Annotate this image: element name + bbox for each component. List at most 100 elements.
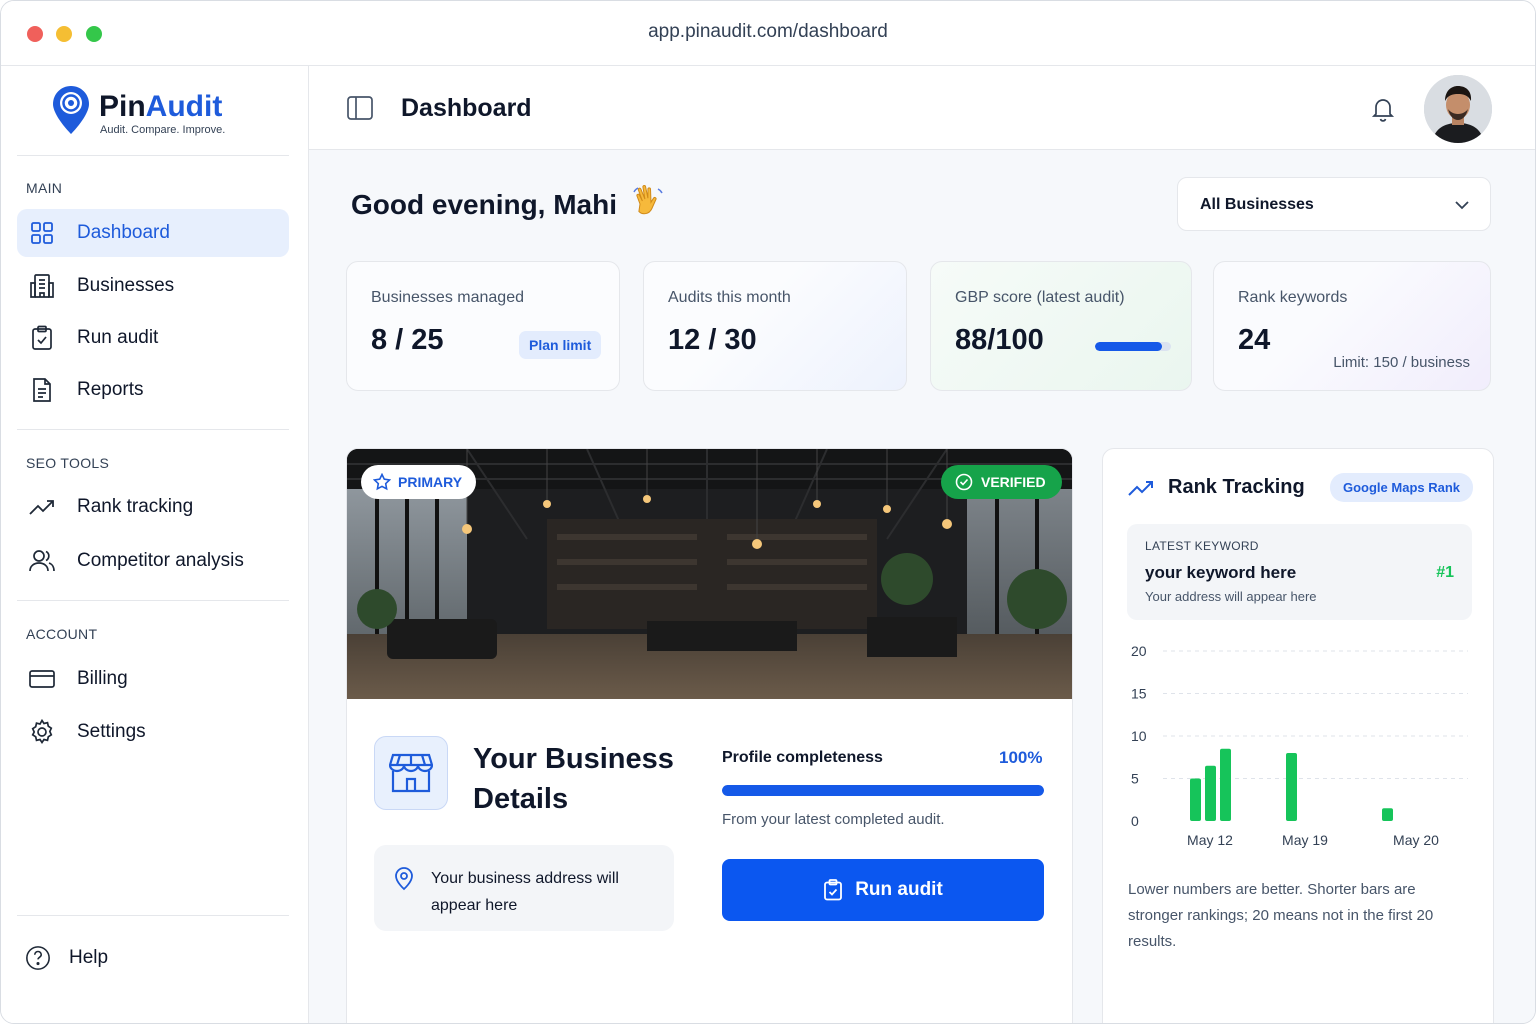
help-circle-icon <box>25 945 51 971</box>
bell-icon[interactable] <box>1369 95 1397 128</box>
business-photo: PRIMARY VERIFIED <box>347 449 1072 699</box>
star-icon <box>373 473 391 491</box>
sidebar-item-billing[interactable]: Billing <box>17 655 289 703</box>
sidebar-item-label: Businesses <box>77 275 175 296</box>
sidebar-divider <box>17 429 289 430</box>
building-icon <box>29 273 55 299</box>
stat-card-gbp-score: GBP score (latest audit) 88/100 <box>930 261 1192 391</box>
business-card: PRIMARY VERIFIED Your Business Details Y… <box>346 448 1073 1023</box>
map-pin-icon <box>394 867 414 896</box>
sidebar-toggle-icon[interactable] <box>347 96 373 125</box>
avatar[interactable] <box>1424 75 1492 143</box>
sidebar-divider <box>17 155 289 156</box>
run-audit-button[interactable]: Run audit <box>722 859 1044 921</box>
latest-keyword-box: LATEST KEYWORD your keyword here #1 Your… <box>1127 524 1472 620</box>
pin-logo-icon <box>53 86 89 134</box>
stat-label: Audits this month <box>668 289 791 306</box>
sidebar-item-rank-tracking[interactable]: Rank tracking <box>17 483 289 531</box>
address-bar[interactable]: app.pinaudit.com/dashboard <box>1 21 1535 43</box>
keyword-limit-note: Limit: 150 / business <box>1333 354 1470 371</box>
sidebar-item-dashboard[interactable]: Dashboard <box>17 209 289 257</box>
profile-completeness-bar <box>722 785 1044 796</box>
x-tick-label: May 20 <box>1393 832 1439 848</box>
stat-value: 88/100 <box>955 324 1044 356</box>
latest-keyword-caption: LATEST KEYWORD <box>1145 539 1259 553</box>
plan-limit-badge: Plan limit <box>519 331 602 359</box>
document-icon <box>29 377 55 403</box>
trend-up-icon <box>29 494 55 520</box>
google-maps-rank-badge: Google Maps Rank <box>1330 473 1474 502</box>
sidebar-item-run-audit[interactable]: Run audit <box>17 314 289 362</box>
brand-tagline: Audit. Compare. Improve. <box>100 124 226 136</box>
sidebar-item-label: Help <box>69 947 109 968</box>
rank-chart: 0 5 10 15 20 May 12 May 19 May 20 <box>1131 643 1468 848</box>
stat-value: 8 / 25 <box>371 324 444 356</box>
browser-titlebar: app.pinaudit.com/dashboard <box>1 1 1535 66</box>
stat-card-audits: Audits this month 12 / 30 <box>643 261 907 391</box>
run-audit-label: Run audit <box>855 879 943 900</box>
section-label-account: ACCOUNT <box>26 626 98 642</box>
y-tick-label: 5 <box>1131 771 1139 787</box>
users-icon <box>29 548 55 574</box>
business-address-text: Your business address will appear here <box>431 870 619 914</box>
sidebar-item-settings[interactable]: Settings <box>17 708 289 756</box>
brand-name-part2: Audit <box>145 90 223 123</box>
section-label-seo-tools: SEO TOOLS <box>26 455 110 471</box>
rank-chart-note: Lower numbers are better. Shorter bars a… <box>1128 881 1434 950</box>
primary-badge: PRIMARY <box>361 465 477 499</box>
sidebar-item-label: Billing <box>77 668 128 689</box>
sidebar-item-label: Competitor analysis <box>77 550 244 571</box>
sidebar-item-reports[interactable]: Reports <box>17 366 289 414</box>
chart-bar <box>1382 808 1393 821</box>
profile-completeness-label: Profile completeness <box>722 749 883 766</box>
latest-keyword: your keyword here <box>1145 563 1297 582</box>
y-tick-label: 20 <box>1131 643 1147 659</box>
stat-label: Rank keywords <box>1238 289 1348 306</box>
profile-completeness-fill <box>722 785 1044 796</box>
rank-tracking-title: Rank Tracking <box>1168 476 1305 498</box>
grid-icon <box>29 220 55 246</box>
sidebar-item-help[interactable]: Help <box>13 934 285 982</box>
x-tick-label: May 19 <box>1282 832 1328 848</box>
stat-label: Businesses managed <box>371 289 524 306</box>
brand-name-part1: Pin <box>99 90 146 123</box>
sidebar-item-label: Settings <box>77 721 146 742</box>
sidebar-divider <box>17 915 289 916</box>
business-details-title: Your Business Details <box>473 743 674 815</box>
gear-icon <box>29 719 55 745</box>
primary-label: PRIMARY <box>398 474 463 490</box>
stat-card-rank-keywords: Rank keywords 24 Limit: 150 / business <box>1213 261 1491 391</box>
greeting: Good evening, Mahi <box>351 184 665 221</box>
chart-bar <box>1286 753 1297 821</box>
business-address-box: Your business address will appear here <box>374 845 674 931</box>
main-content: Good evening, Mahi All Businesses Busine… <box>309 150 1535 1023</box>
clipboard-check-icon <box>29 325 55 351</box>
y-tick-label: 10 <box>1131 728 1147 744</box>
sidebar-item-label: Dashboard <box>77 222 170 243</box>
verified-label: VERIFIED <box>981 474 1046 490</box>
y-tick-label: 15 <box>1131 686 1147 702</box>
sidebar-item-businesses[interactable]: Businesses <box>17 262 289 310</box>
profile-completeness-value: 100% <box>999 748 1043 767</box>
chart-bar <box>1190 778 1201 821</box>
latest-keyword-rank: #1 <box>1436 564 1454 581</box>
waving-hand-icon <box>633 185 663 215</box>
rank-tracking-card: Rank Tracking Google Maps Rank LATEST KE… <box>1102 448 1494 1023</box>
card-icon <box>29 666 55 692</box>
check-circle-icon <box>955 473 973 491</box>
business-select[interactable]: All Businesses <box>1177 177 1491 231</box>
page-title: Dashboard <box>401 94 532 122</box>
app-window: app.pinaudit.com/dashboard PinAudit Audi… <box>0 0 1536 1024</box>
profile-completeness-note: From your latest completed audit. <box>722 811 945 828</box>
sidebar-divider <box>17 600 289 601</box>
stat-value: 12 / 30 <box>668 324 757 356</box>
chevron-down-icon <box>1454 198 1470 216</box>
trend-up-icon <box>1128 479 1154 502</box>
sidebar-item-competitor-analysis[interactable]: Competitor analysis <box>17 537 289 585</box>
section-label-main: MAIN <box>26 180 63 196</box>
sidebar-item-label: Rank tracking <box>77 496 194 517</box>
clipboard-check-icon <box>824 879 843 901</box>
gbp-score-bar <box>1095 342 1171 351</box>
x-tick-label: May 12 <box>1187 832 1233 848</box>
stat-card-businesses: Businesses managed 8 / 25 Plan limit <box>346 261 620 391</box>
